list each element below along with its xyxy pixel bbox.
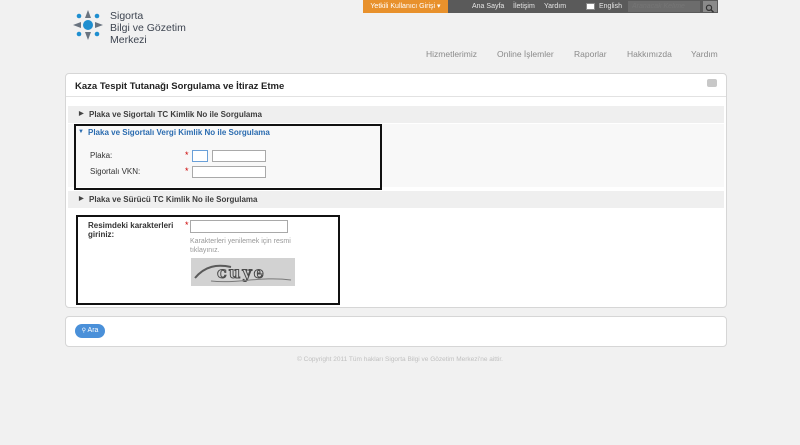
- logo-line-2: Bilgi ve Gözetim: [110, 22, 186, 34]
- print-icon[interactable]: [707, 79, 717, 87]
- nav-about[interactable]: Hakkımızda: [627, 49, 672, 59]
- action-panel: [65, 316, 727, 347]
- sbm-logo-icon[interactable]: [72, 9, 104, 41]
- site-search-input[interactable]: [628, 1, 700, 12]
- page-title: Kaza Tespit Tutanağı Sorgulama ve İtiraz…: [75, 81, 285, 92]
- contact-link[interactable]: İletişim: [513, 0, 535, 13]
- magnifier-icon: ⚲: [81, 328, 86, 334]
- nav-online-operations[interactable]: Online İşlemler: [497, 49, 554, 59]
- title-divider: [66, 96, 726, 97]
- nav-help[interactable]: Yardım: [691, 49, 718, 59]
- highlight-vkn-section: [74, 124, 382, 190]
- nav-services[interactable]: Hizmetlerimiz: [426, 49, 477, 59]
- english-flag-icon[interactable]: [586, 3, 595, 10]
- search-submit-label: Ara: [87, 327, 99, 334]
- search-submit-button[interactable]: ⚲ Ara: [75, 324, 105, 338]
- nav-reports[interactable]: Raporlar: [574, 49, 607, 59]
- section-tc-kimlik-header[interactable]: ▶ Plaka ve Sigortalı TC Kimlik No ile So…: [68, 106, 724, 123]
- search-icon: [705, 4, 714, 13]
- section-driver-tc-label: Plaka ve Sürücü TC Kimlik No ile Sorgula…: [89, 195, 258, 204]
- highlight-captcha-section: [76, 215, 340, 305]
- section-driver-tc-header[interactable]: ▶ Plaka ve Sürücü TC Kimlik No ile Sorgu…: [68, 191, 724, 208]
- footer-copyright: © Copyright 2011 Tüm hakları Sigorta Bil…: [297, 356, 503, 363]
- sbm-logo-text[interactable]: Sigorta Bilgi ve Gözetim Merkezi: [110, 10, 186, 46]
- logo-line-3: Merkezi: [110, 34, 147, 46]
- home-link[interactable]: Ana Sayfa: [472, 0, 504, 13]
- logo-line-1: Sigorta: [110, 10, 144, 22]
- english-language-link[interactable]: English: [599, 0, 622, 13]
- authorized-login-button[interactable]: Yetkili Kullanıcı Girişi ▾: [363, 0, 448, 13]
- help-link[interactable]: Yardım: [544, 0, 566, 13]
- site-search-button[interactable]: [703, 1, 717, 13]
- triangle-right-icon: ▶: [79, 196, 84, 202]
- triangle-right-icon: ▶: [79, 111, 84, 117]
- section-tc-kimlik-label: Plaka ve Sigortalı TC Kimlik No ile Sorg…: [89, 110, 262, 119]
